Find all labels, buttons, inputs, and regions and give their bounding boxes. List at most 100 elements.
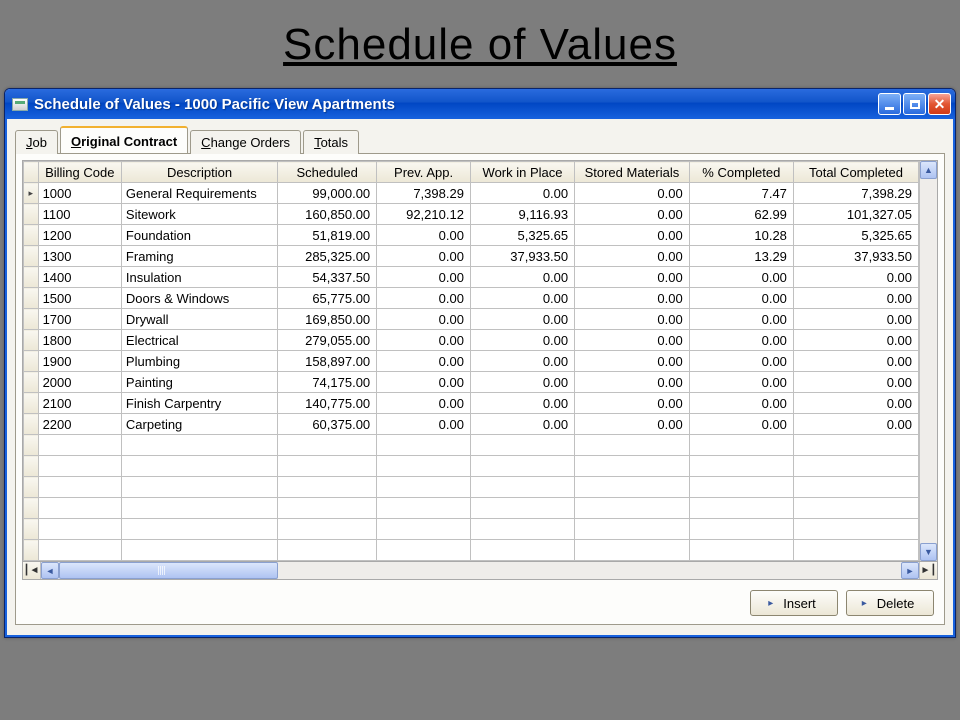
table-row[interactable]	[24, 456, 919, 477]
tab-job[interactable]: Job	[15, 130, 58, 154]
scroll-right-icon[interactable]: ►	[901, 562, 919, 579]
horizontal-scrollbar[interactable]: ┃◄ ◄ ► ►┃	[22, 562, 938, 580]
minimize-button[interactable]	[878, 93, 901, 115]
scroll-down-icon[interactable]: ▼	[920, 543, 937, 561]
cell-prev-app[interactable]: 0.00	[377, 309, 471, 330]
cell-stored-materials[interactable]: 0.00	[575, 204, 690, 225]
row-header[interactable]	[24, 267, 39, 288]
maximize-button[interactable]	[903, 93, 926, 115]
row-header[interactable]	[24, 288, 39, 309]
row-header[interactable]	[24, 246, 39, 267]
cell-pct-completed[interactable]: 0.00	[689, 393, 793, 414]
cell-description[interactable]: Electrical	[121, 330, 277, 351]
cell-prev-app[interactable]: 0.00	[377, 414, 471, 435]
col-total-completed[interactable]: Total Completed	[793, 162, 918, 183]
cell-stored-materials[interactable]: 0.00	[575, 393, 690, 414]
cell-billing-code[interactable]: 1400	[38, 267, 121, 288]
cell-work-in-place[interactable]: 9,116.93	[470, 204, 574, 225]
cell-total-completed[interactable]: 0.00	[793, 330, 918, 351]
table-row[interactable]: ▸1000General Requirements99,000.007,398.…	[24, 183, 919, 204]
cell-total-completed[interactable]: 0.00	[793, 309, 918, 330]
cell-pct-completed[interactable]: 7.47	[689, 183, 793, 204]
table-row[interactable]: 2000Painting74,175.000.000.000.000.000.0…	[24, 372, 919, 393]
row-header[interactable]	[24, 372, 39, 393]
row-header[interactable]	[24, 351, 39, 372]
table-row[interactable]: 2200Carpeting60,375.000.000.000.000.000.…	[24, 414, 919, 435]
table-row[interactable]: 1400Insulation54,337.500.000.000.000.000…	[24, 267, 919, 288]
hscroll-track[interactable]	[59, 562, 901, 579]
cell-total-completed[interactable]: 101,327.05	[793, 204, 918, 225]
cell-billing-code[interactable]: 2200	[38, 414, 121, 435]
cell-prev-app[interactable]: 0.00	[377, 267, 471, 288]
row-header[interactable]	[24, 414, 39, 435]
cell-pct-completed[interactable]: 62.99	[689, 204, 793, 225]
schedule-table[interactable]: Billing Code Description Scheduled Prev.…	[23, 161, 919, 561]
cell-pct-completed[interactable]: 0.00	[689, 372, 793, 393]
cell-billing-code[interactable]: 2000	[38, 372, 121, 393]
cell-pct-completed[interactable]: 13.29	[689, 246, 793, 267]
cell-scheduled[interactable]: 54,337.50	[278, 267, 377, 288]
cell-description[interactable]: Painting	[121, 372, 277, 393]
cell-description[interactable]: Sitework	[121, 204, 277, 225]
cell-billing-code[interactable]: 1200	[38, 225, 121, 246]
cell-work-in-place[interactable]: 0.00	[470, 330, 574, 351]
cell-description[interactable]: Foundation	[121, 225, 277, 246]
cell-prev-app[interactable]: 0.00	[377, 393, 471, 414]
cell-billing-code[interactable]: 1900	[38, 351, 121, 372]
cell-stored-materials[interactable]: 0.00	[575, 351, 690, 372]
cell-work-in-place[interactable]: 0.00	[470, 393, 574, 414]
cell-description[interactable]: Plumbing	[121, 351, 277, 372]
table-row[interactable]: 1900Plumbing158,897.000.000.000.000.000.…	[24, 351, 919, 372]
col-billing-code[interactable]: Billing Code	[38, 162, 121, 183]
vertical-scrollbar[interactable]: ▲ ▼	[919, 161, 937, 561]
table-row[interactable]: 2100Finish Carpentry140,775.000.000.000.…	[24, 393, 919, 414]
cell-stored-materials[interactable]: 0.00	[575, 225, 690, 246]
cell-description[interactable]: Finish Carpentry	[121, 393, 277, 414]
cell-pct-completed[interactable]: 0.00	[689, 330, 793, 351]
cell-billing-code[interactable]: 1700	[38, 309, 121, 330]
cell-stored-materials[interactable]: 0.00	[575, 246, 690, 267]
table-row[interactable]	[24, 477, 919, 498]
cell-work-in-place[interactable]: 5,325.65	[470, 225, 574, 246]
cell-work-in-place[interactable]: 0.00	[470, 267, 574, 288]
cell-total-completed[interactable]: 37,933.50	[793, 246, 918, 267]
nav-first-icon[interactable]: ┃◄	[23, 562, 41, 579]
tab-change-orders[interactable]: Change Orders	[190, 130, 301, 154]
cell-prev-app[interactable]: 0.00	[377, 372, 471, 393]
table-row[interactable]	[24, 540, 919, 561]
cell-scheduled[interactable]: 60,375.00	[278, 414, 377, 435]
cell-prev-app[interactable]: 0.00	[377, 288, 471, 309]
cell-prev-app[interactable]: 0.00	[377, 330, 471, 351]
cell-scheduled[interactable]: 279,055.00	[278, 330, 377, 351]
cell-scheduled[interactable]: 140,775.00	[278, 393, 377, 414]
cell-prev-app[interactable]: 92,210.12	[377, 204, 471, 225]
cell-description[interactable]: General Requirements	[121, 183, 277, 204]
table-row[interactable]	[24, 435, 919, 456]
cell-work-in-place[interactable]: 0.00	[470, 183, 574, 204]
row-header[interactable]	[24, 204, 39, 225]
cell-stored-materials[interactable]: 0.00	[575, 309, 690, 330]
row-header[interactable]: ▸	[24, 183, 39, 204]
cell-stored-materials[interactable]: 0.00	[575, 288, 690, 309]
table-row[interactable]: 1300Framing285,325.000.0037,933.500.0013…	[24, 246, 919, 267]
col-pct-completed[interactable]: % Completed	[689, 162, 793, 183]
table-row[interactable]: 1100Sitework160,850.0092,210.129,116.930…	[24, 204, 919, 225]
row-header[interactable]	[24, 225, 39, 246]
scroll-up-icon[interactable]: ▲	[920, 161, 937, 179]
cell-scheduled[interactable]: 51,819.00	[278, 225, 377, 246]
cell-billing-code[interactable]: 1000	[38, 183, 121, 204]
cell-prev-app[interactable]: 0.00	[377, 351, 471, 372]
cell-stored-materials[interactable]: 0.00	[575, 183, 690, 204]
cell-billing-code[interactable]: 1100	[38, 204, 121, 225]
cell-description[interactable]: Drywall	[121, 309, 277, 330]
col-stored-materials[interactable]: Stored Materials	[575, 162, 690, 183]
cell-description[interactable]: Doors & Windows	[121, 288, 277, 309]
tab-original-contract[interactable]: Original Contract	[60, 126, 188, 153]
cell-description[interactable]: Insulation	[121, 267, 277, 288]
cell-billing-code[interactable]: 1300	[38, 246, 121, 267]
cell-scheduled[interactable]: 65,775.00	[278, 288, 377, 309]
cell-pct-completed[interactable]: 0.00	[689, 309, 793, 330]
table-row[interactable]	[24, 498, 919, 519]
scroll-left-icon[interactable]: ◄	[41, 562, 59, 579]
cell-scheduled[interactable]: 160,850.00	[278, 204, 377, 225]
